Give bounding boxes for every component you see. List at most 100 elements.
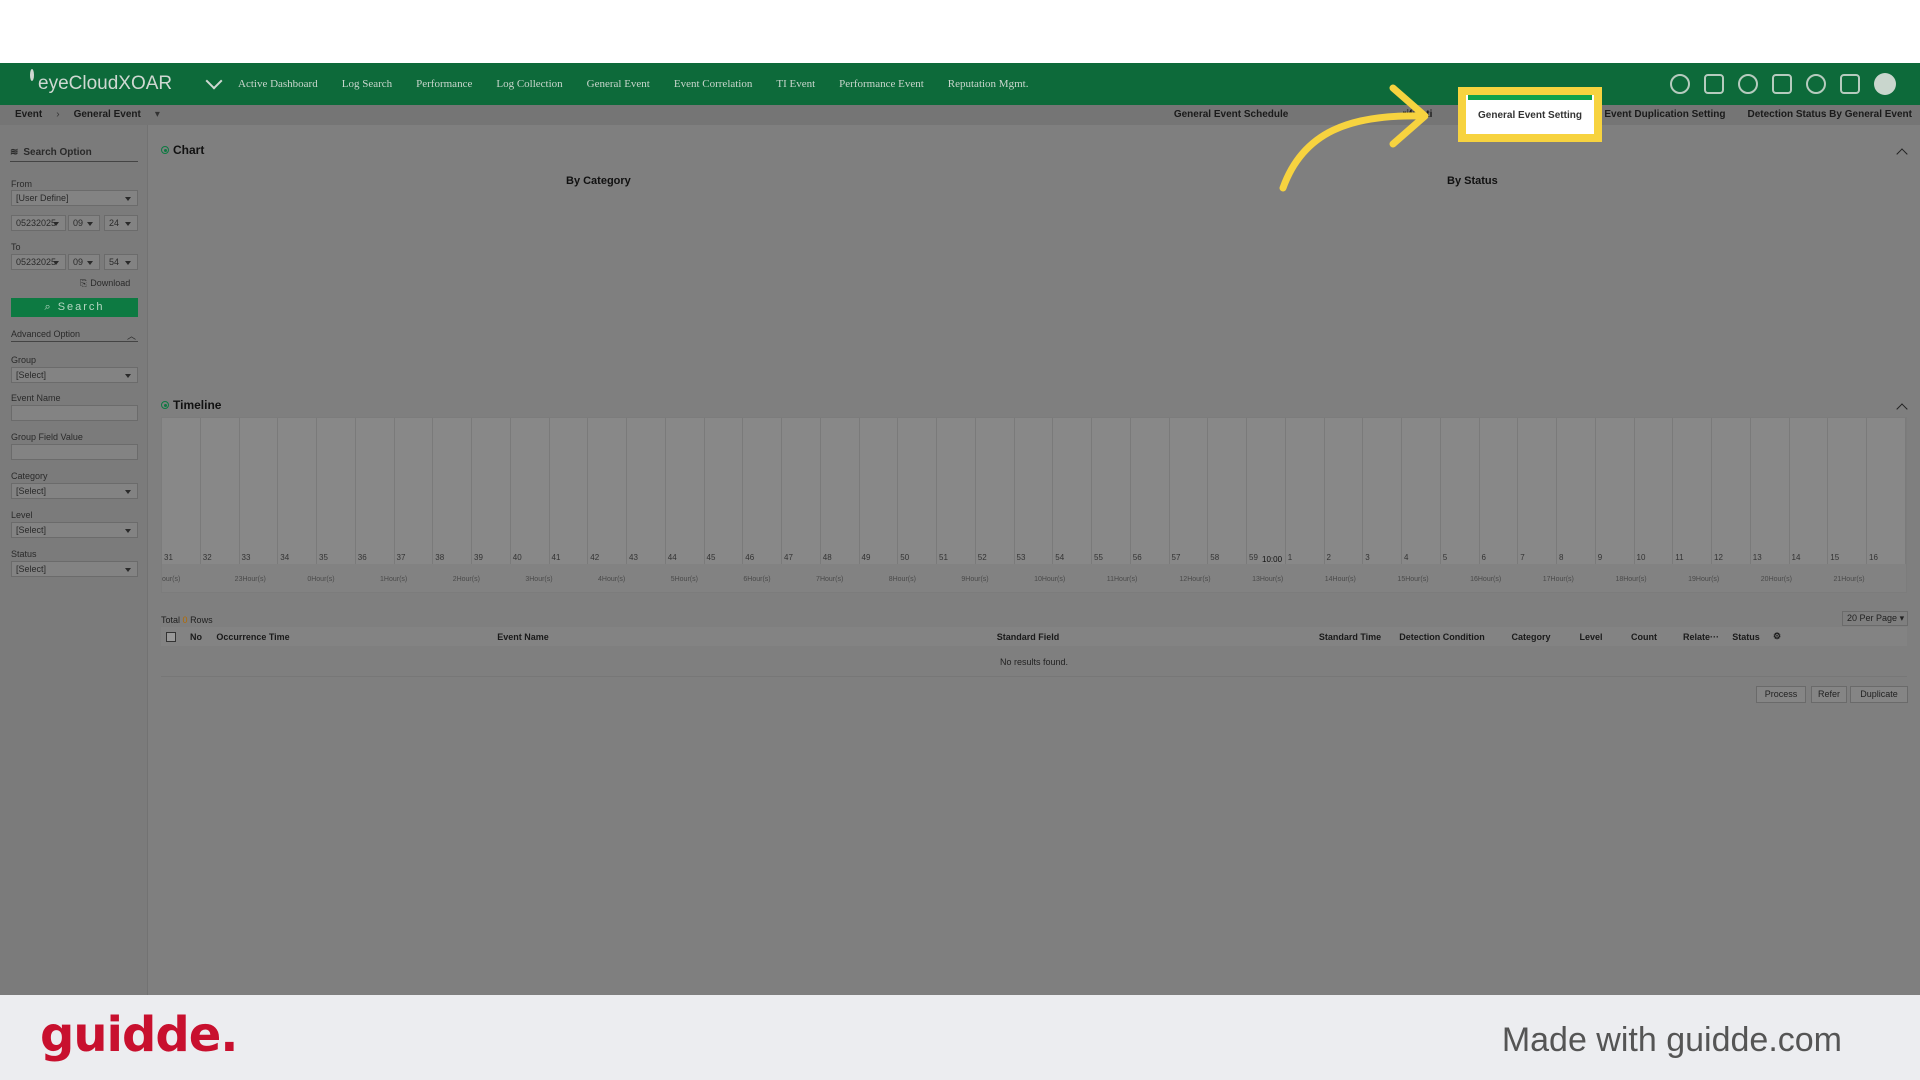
- timeline-tick: 3: [1363, 418, 1402, 564]
- timeline-tick: 50: [898, 418, 937, 564]
- nav-performance-event[interactable]: Performance Event: [839, 78, 924, 90]
- timeline-tick: 6: [1480, 418, 1519, 564]
- timeline-tick: 36: [356, 418, 395, 564]
- duplicate-button[interactable]: Duplicate: [1850, 686, 1908, 703]
- tab-general-event-schedule[interactable]: General Event Schedule: [1174, 109, 1289, 120]
- group-select[interactable]: [Select]: [11, 367, 138, 383]
- timeline-tick-label: 48: [822, 553, 832, 562]
- to-hour-select[interactable]: 09: [68, 254, 100, 270]
- layers-icon: ≋: [10, 147, 19, 158]
- level-select[interactable]: [Select]: [11, 522, 138, 538]
- from-minute-select[interactable]: 24: [104, 215, 138, 231]
- nav-event-correlation[interactable]: Event Correlation: [674, 78, 753, 90]
- select-all-checkbox[interactable]: [166, 631, 176, 642]
- nav-reputation-mgmt[interactable]: Reputation Mgmt.: [948, 78, 1029, 90]
- col-no[interactable]: No: [184, 632, 208, 642]
- to-label: To: [11, 242, 21, 252]
- advanced-option-toggle[interactable]: Advanced Option ︿: [11, 329, 138, 342]
- refer-button[interactable]: Refer: [1811, 686, 1847, 703]
- col-standard-time[interactable]: Standard Time: [1308, 632, 1392, 642]
- timeline-title: Timeline: [173, 398, 222, 412]
- caret-down-icon[interactable]: ▾: [155, 109, 160, 120]
- no-results-message: No results found.: [161, 647, 1907, 677]
- top-nav-bar: eyeCloudXOAR Active Dashboard Log Search…: [0, 63, 1920, 105]
- timeline-hour-label: 3Hour(s): [525, 576, 553, 583]
- timeline-tick: 35: [317, 418, 356, 564]
- bell-icon[interactable]: [1840, 74, 1860, 94]
- per-page-value: 20 Per Page: [1847, 613, 1898, 623]
- per-page-select[interactable]: 20 Per Page ▾: [1842, 611, 1908, 626]
- timeline-tick-label: 40: [512, 553, 522, 562]
- timeline-tick: 33: [240, 418, 279, 564]
- breadcrumb-current[interactable]: General Event: [74, 109, 141, 120]
- footer-bar: guidde. Made with guidde.com: [0, 995, 1920, 1080]
- timeline-tick-label: 56: [1132, 553, 1142, 562]
- nav-ti-event[interactable]: TI Event: [776, 78, 815, 90]
- chevron-down-icon[interactable]: [205, 72, 223, 90]
- timeline-hours[interactable]: our(s) 23Hour(s) 0Hour(s) 1Hour(s) 2Hour(s) 3…: [162, 564, 1906, 592]
- timeline-hour-label: 20Hour(s): [1760, 576, 1792, 583]
- total-count: 0: [182, 615, 188, 625]
- chat-icon[interactable]: [1738, 74, 1758, 94]
- to-minute-select[interactable]: 54: [104, 254, 138, 270]
- status-select[interactable]: [Select]: [11, 561, 138, 577]
- breadcrumb: Event › General Event ▾: [15, 109, 160, 120]
- timeline-tick-label: 58: [1210, 553, 1220, 562]
- gear-icon[interactable]: [1806, 74, 1826, 94]
- total-suffix: Rows: [190, 615, 213, 625]
- search-icon[interactable]: [1670, 74, 1690, 94]
- category-select[interactable]: [Select]: [11, 483, 138, 499]
- col-occurrence-time[interactable]: Occurrence Time: [208, 632, 298, 642]
- breadcrumb-root[interactable]: Event: [15, 109, 42, 120]
- tab-general-event-setting[interactable]: General Event Setting: [1458, 87, 1602, 142]
- timeline-tick: 5: [1441, 418, 1480, 564]
- col-level[interactable]: Level: [1570, 632, 1612, 642]
- col-standard-field[interactable]: Standard Field: [748, 632, 1308, 642]
- collapse-chart-icon[interactable]: [1896, 148, 1908, 160]
- gear-icon[interactable]: ⚙: [1766, 631, 1788, 642]
- download-link[interactable]: ⎘ Download: [80, 278, 130, 289]
- from-date-input[interactable]: 05232025: [11, 215, 66, 231]
- group-field-input[interactable]: [11, 444, 138, 460]
- nav-active-dashboard[interactable]: Active Dashboard: [238, 78, 318, 90]
- timeline-tick: 55: [1092, 418, 1131, 564]
- col-detection-condition[interactable]: Detection Condition: [1392, 632, 1492, 642]
- search-sidebar: ≋ Search Option From [User Define] 05232…: [0, 125, 148, 995]
- timeline-tick-label: 31: [164, 553, 173, 562]
- process-button[interactable]: Process: [1756, 686, 1806, 703]
- col-event-name[interactable]: Event Name: [298, 632, 748, 642]
- col-count[interactable]: Count: [1612, 632, 1676, 642]
- search-button[interactable]: ⌕ Search: [11, 298, 138, 317]
- timeline-chart: 31 32 33 34 35 36 37 38 39 40 41 42 43 44 45 46 47 48 49 50…: [161, 417, 1907, 593]
- nav-general-event[interactable]: General Event: [587, 78, 650, 90]
- tab-detection-status[interactable]: Detection Status By General Event: [1748, 109, 1913, 120]
- search-button-label: Search: [57, 301, 105, 313]
- avatar[interactable]: [1874, 73, 1896, 95]
- advanced-option-label: Advanced Option: [11, 329, 81, 339]
- range-select[interactable]: [User Define]: [11, 190, 138, 206]
- from-hour-select[interactable]: 09: [68, 215, 100, 231]
- timeline-tick-label: 42: [590, 553, 600, 562]
- col-category[interactable]: Category: [1492, 632, 1570, 642]
- timeline-tick: 53: [1015, 418, 1054, 564]
- timeline-hour-label: 5Hour(s): [670, 576, 698, 583]
- nav-performance[interactable]: Performance: [416, 78, 472, 90]
- event-name-input[interactable]: [11, 405, 138, 421]
- app-name: eyeCloudXOAR: [38, 73, 173, 94]
- timeline-tick: 1: [1286, 418, 1325, 564]
- timeline-tick-label: 4: [1404, 553, 1409, 562]
- nav-log-collection[interactable]: Log Collection: [496, 78, 562, 90]
- app-logo[interactable]: eyeCloudXOAR: [30, 69, 172, 95]
- section-bullet-icon: [161, 146, 169, 154]
- star-icon[interactable]: [1772, 74, 1792, 94]
- speaker-icon[interactable]: [1704, 74, 1724, 94]
- nav-log-search[interactable]: Log Search: [342, 78, 392, 90]
- timeline-tick-label: 45: [706, 553, 716, 562]
- timeline-tick-label: 59: [1249, 553, 1258, 562]
- to-date-input[interactable]: 05232025: [11, 254, 66, 270]
- col-related[interactable]: Relate···: [1676, 632, 1726, 642]
- col-status[interactable]: Status: [1726, 632, 1766, 642]
- timeline-tick: 32: [201, 418, 240, 564]
- timeline-tick-label: 54: [1055, 553, 1065, 562]
- collapse-timeline-icon[interactable]: [1896, 403, 1908, 415]
